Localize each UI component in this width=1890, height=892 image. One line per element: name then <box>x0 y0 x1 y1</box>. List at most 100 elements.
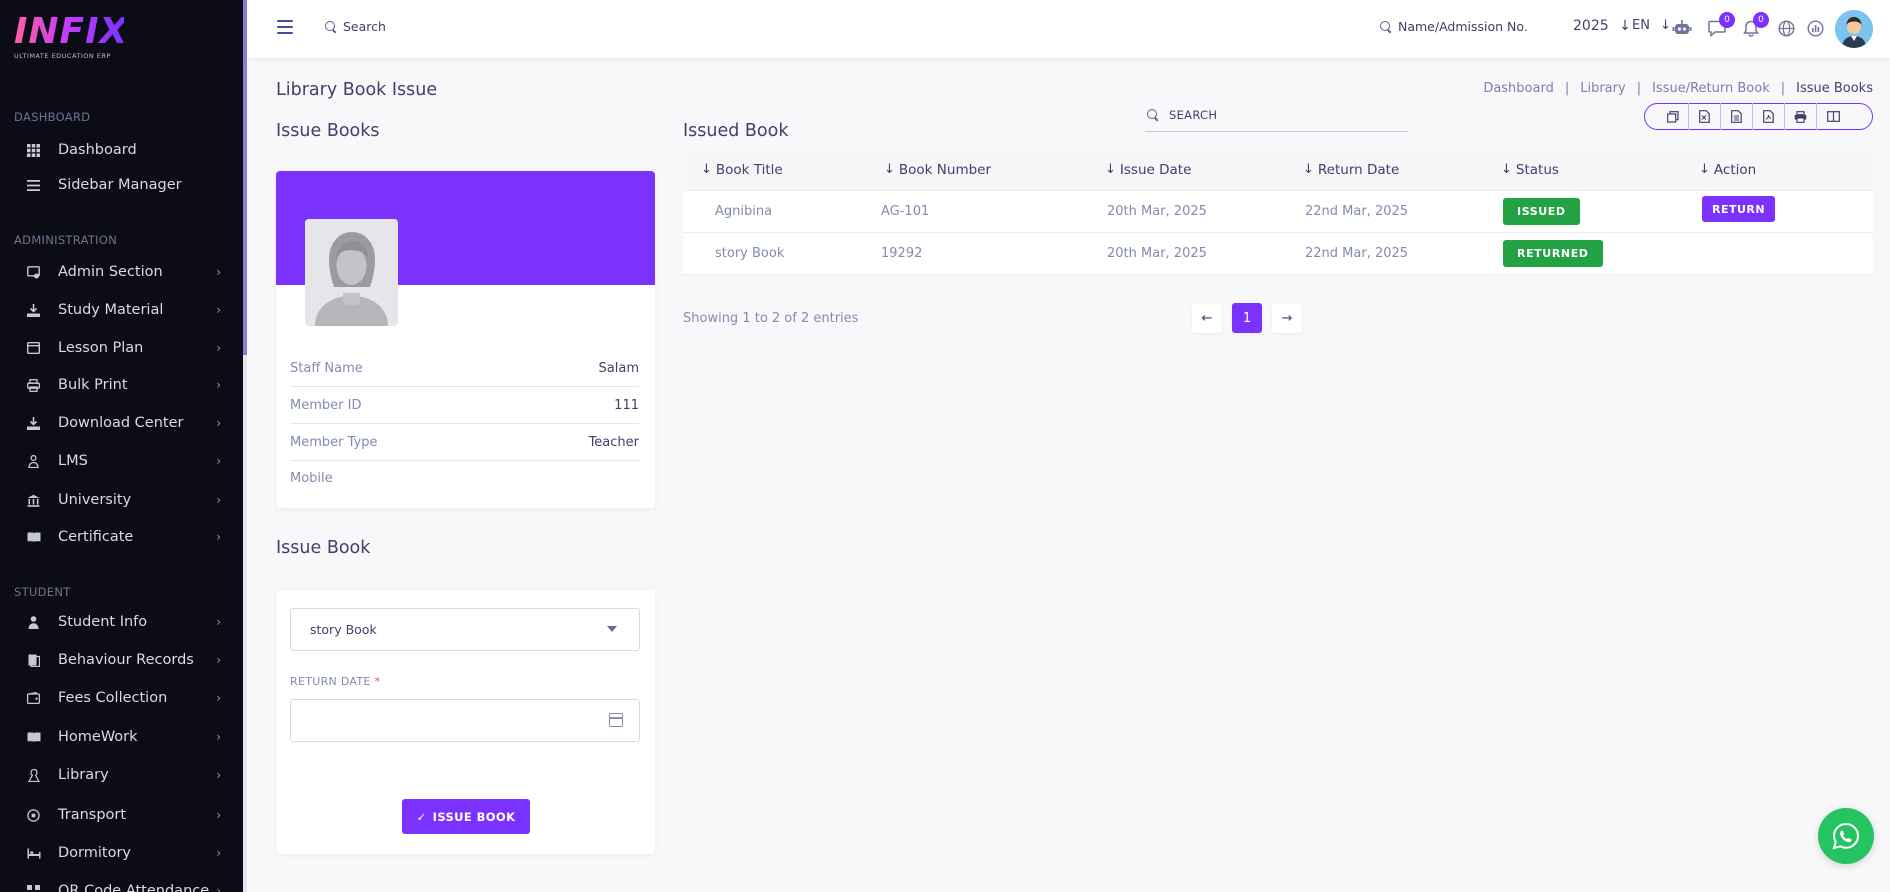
issue-book-title: Issue Book <box>276 538 371 558</box>
year-selector[interactable]: 2025 ↓ <box>1573 18 1631 34</box>
robot-icon[interactable] <box>1671 17 1693 39</box>
profile-label: Member ID <box>290 397 362 413</box>
member-profile-card: Staff Name Salam Member ID 111 Member Ty… <box>276 171 655 508</box>
year-value: 2025 <box>1573 18 1609 34</box>
user-avatar[interactable] <box>1835 10 1873 48</box>
chevron-right-icon: › <box>216 416 221 430</box>
logo-text: INFIX <box>14 11 129 52</box>
column-header-book-number[interactable]: ↓ Book Number <box>884 162 991 178</box>
sidebar-item-label: Library <box>58 767 109 783</box>
qr-icon <box>26 884 41 892</box>
profile-photo <box>305 219 398 326</box>
copy-icon[interactable] <box>1657 103 1689 130</box>
sidebar-item-behaviour-records[interactable]: Behaviour Records › <box>0 645 243 675</box>
sidebar-item-label: Study Material <box>58 302 164 318</box>
language-value: EN <box>1632 18 1650 33</box>
calendar-icon[interactable] <box>609 713 623 727</box>
table-search-input[interactable]: SEARCH <box>1145 98 1408 132</box>
chevron-right-icon: › <box>216 768 221 782</box>
column-header-return-date[interactable]: ↓ Return Date <box>1303 162 1399 178</box>
admin-icon <box>26 265 41 280</box>
sidebar-item-download-center[interactable]: Download Center › <box>0 408 243 438</box>
arrow-down-icon: ↓ <box>1660 18 1671 33</box>
sidebar-item-study-material[interactable]: Study Material › <box>0 295 243 325</box>
sidebar-item-library[interactable]: Library › <box>0 760 243 790</box>
pdf-icon[interactable] <box>1753 103 1785 130</box>
column-header-action[interactable]: ↓ Action <box>1699 162 1756 178</box>
cell-book-title: story Book <box>715 246 785 261</box>
chat-icon[interactable]: 0 <box>1706 12 1735 39</box>
pagination-page[interactable]: 1 <box>1232 303 1262 333</box>
sidebar-section-administration: ADMINISTRATION <box>14 233 118 247</box>
breadcrumb-dashboard[interactable]: Dashboard <box>1483 81 1554 96</box>
sidebar-item-transport[interactable]: Transport › <box>0 800 243 830</box>
sidebar-item-label: Sidebar Manager <box>58 177 182 193</box>
issue-book-button[interactable]: ✓ ISSUE BOOK <box>402 799 530 834</box>
return-button[interactable]: RETURN <box>1702 196 1776 222</box>
required-marker: * <box>374 675 381 688</box>
profile-label: Mobile <box>290 471 333 486</box>
csv-icon[interactable] <box>1721 103 1753 130</box>
header-search[interactable]: Search <box>325 19 386 34</box>
whatsapp-icon <box>1832 822 1860 850</box>
return-date-label: RETURN DATE * <box>290 675 380 688</box>
breadcrumb-separator: | <box>1636 81 1642 96</box>
sidebar-item-label: Download Center <box>58 415 184 431</box>
chevron-right-icon: › <box>216 303 221 317</box>
breadcrumb-separator: | <box>1780 81 1786 96</box>
column-header-status[interactable]: ↓ Status <box>1501 162 1559 178</box>
sidebar-item-sidebar-manager[interactable]: Sidebar Manager <box>0 170 243 200</box>
return-button-label: RETURN <box>1702 196 1776 222</box>
bell-icon[interactable]: 0 <box>1740 12 1769 39</box>
globe-icon[interactable] <box>1775 17 1797 39</box>
language-selector[interactable]: EN ↓ <box>1632 18 1671 33</box>
sidebar-item-university[interactable]: University › <box>0 485 243 515</box>
print-icon[interactable] <box>1785 103 1817 130</box>
sidebar-item-student-info[interactable]: Student Info › <box>0 607 243 637</box>
sidebar-item-label: Behaviour Records <box>58 652 194 668</box>
breadcrumb-issue-books: Issue Books <box>1796 81 1873 96</box>
top-header: Search Name/Admission No. 2025 ↓ EN ↓ 0 … <box>247 0 1890 58</box>
pagination-next-icon[interactable]: → <box>1272 303 1302 333</box>
bed-icon <box>26 846 41 861</box>
whatsapp-chat-button[interactable] <box>1818 808 1874 864</box>
sidebar-item-lms[interactable]: LMS › <box>0 446 243 476</box>
profile-row-member-type: Member Type Teacher <box>290 424 639 461</box>
profile-value: Teacher <box>588 434 639 450</box>
column-header-book-title[interactable]: ↓ Book Title <box>701 162 783 178</box>
column-label: Status <box>1515 161 1559 178</box>
sidebar-item-qr-code-attendance[interactable]: QR Code Attendance › <box>0 876 243 892</box>
table-entries-info: Showing 1 to 2 of 2 entries <box>683 311 859 326</box>
sidebar-item-lesson-plan[interactable]: Lesson Plan › <box>0 333 243 363</box>
bank-icon <box>26 493 41 508</box>
menu-toggle-icon[interactable] <box>277 20 293 34</box>
app-logo[interactable]: INFIX ULTIMATE EDUCATION ERP <box>14 11 129 64</box>
sidebar-item-homework[interactable]: HomeWork › <box>0 722 243 752</box>
sidebar-section-student: STUDENT <box>14 585 71 599</box>
sidebar-item-dormitory[interactable]: Dormitory › <box>0 838 243 868</box>
sidebar-item-fees-collection[interactable]: Fees Collection › <box>0 683 243 713</box>
book-select[interactable]: story Book <box>290 608 640 651</box>
download-icon <box>26 303 41 318</box>
messages-badge: 0 <box>1719 12 1735 28</box>
book-icon <box>26 730 41 745</box>
breadcrumb-issue-return-book[interactable]: Issue/Return Book <box>1652 81 1770 96</box>
sidebar-item-certificate[interactable]: Certificate › <box>0 522 243 552</box>
grid-icon <box>26 143 41 158</box>
cell-issue-date: 20th Mar, 2025 <box>1107 204 1207 219</box>
breadcrumb-library[interactable]: Library <box>1580 81 1625 96</box>
sidebar-scrollbar[interactable] <box>243 0 247 892</box>
analytics-icon[interactable] <box>1804 17 1826 39</box>
column-label: Return Date <box>1317 161 1400 178</box>
sidebar-item-dashboard[interactable]: Dashboard <box>0 135 243 165</box>
name-admission-search-label: Name/Admission No. <box>1398 19 1528 34</box>
pagination-prev-icon[interactable]: ← <box>1192 303 1222 333</box>
records-icon <box>26 653 41 668</box>
sidebar-item-admin-section[interactable]: Admin Section › <box>0 257 243 287</box>
sidebar-item-bulk-print[interactable]: Bulk Print › <box>0 370 243 400</box>
return-date-input[interactable] <box>290 699 640 742</box>
column-header-issue-date[interactable]: ↓ Issue Date <box>1105 162 1191 178</box>
excel-icon[interactable] <box>1689 103 1721 130</box>
columns-icon[interactable] <box>1817 103 1849 130</box>
name-admission-search[interactable]: Name/Admission No. <box>1380 19 1528 34</box>
